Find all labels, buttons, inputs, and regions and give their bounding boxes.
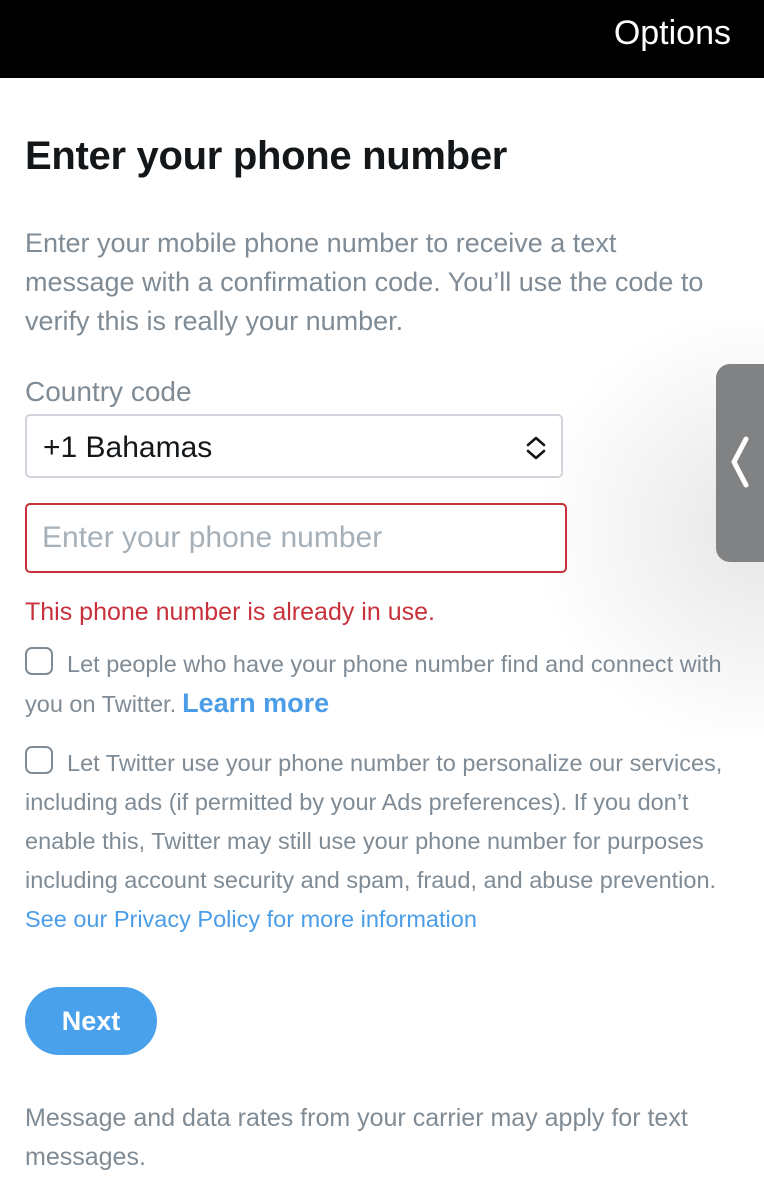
personalization-option: Let Twitter use your phone number to per…	[25, 744, 743, 939]
chevron-up-down-icon	[526, 436, 546, 460]
country-code-value: +1 Bahamas	[43, 431, 213, 464]
next-button[interactable]: Next	[25, 987, 157, 1055]
discoverability-checkbox[interactable]	[25, 647, 53, 675]
top-bar: Options	[0, 0, 764, 78]
personalization-checkbox[interactable]	[25, 746, 53, 774]
chevron-left-icon	[731, 436, 749, 488]
learn-more-link[interactable]: Learn more	[182, 688, 329, 718]
page-title: Enter your phone number	[25, 134, 508, 178]
personalization-text: Let Twitter use your phone number to per…	[25, 750, 723, 893]
error-message: This phone number is already in use.	[25, 598, 435, 626]
country-code-select[interactable]: +1 Bahamas	[25, 414, 563, 478]
options-button[interactable]: Options	[614, 14, 731, 53]
privacy-policy-link[interactable]: See our Privacy Policy for more informat…	[25, 906, 477, 932]
phone-number-input[interactable]	[25, 503, 567, 573]
country-code-label: Country code	[25, 376, 192, 407]
carrier-rates-note: Message and data rates from your carrier…	[25, 1104, 688, 1171]
page-description: Enter your mobile phone number to receiv…	[25, 228, 704, 336]
discoverability-text: Let people who have your phone number fi…	[25, 651, 722, 717]
side-panel-tab[interactable]	[716, 364, 764, 562]
discoverability-option: Let people who have your phone number fi…	[25, 645, 743, 724]
